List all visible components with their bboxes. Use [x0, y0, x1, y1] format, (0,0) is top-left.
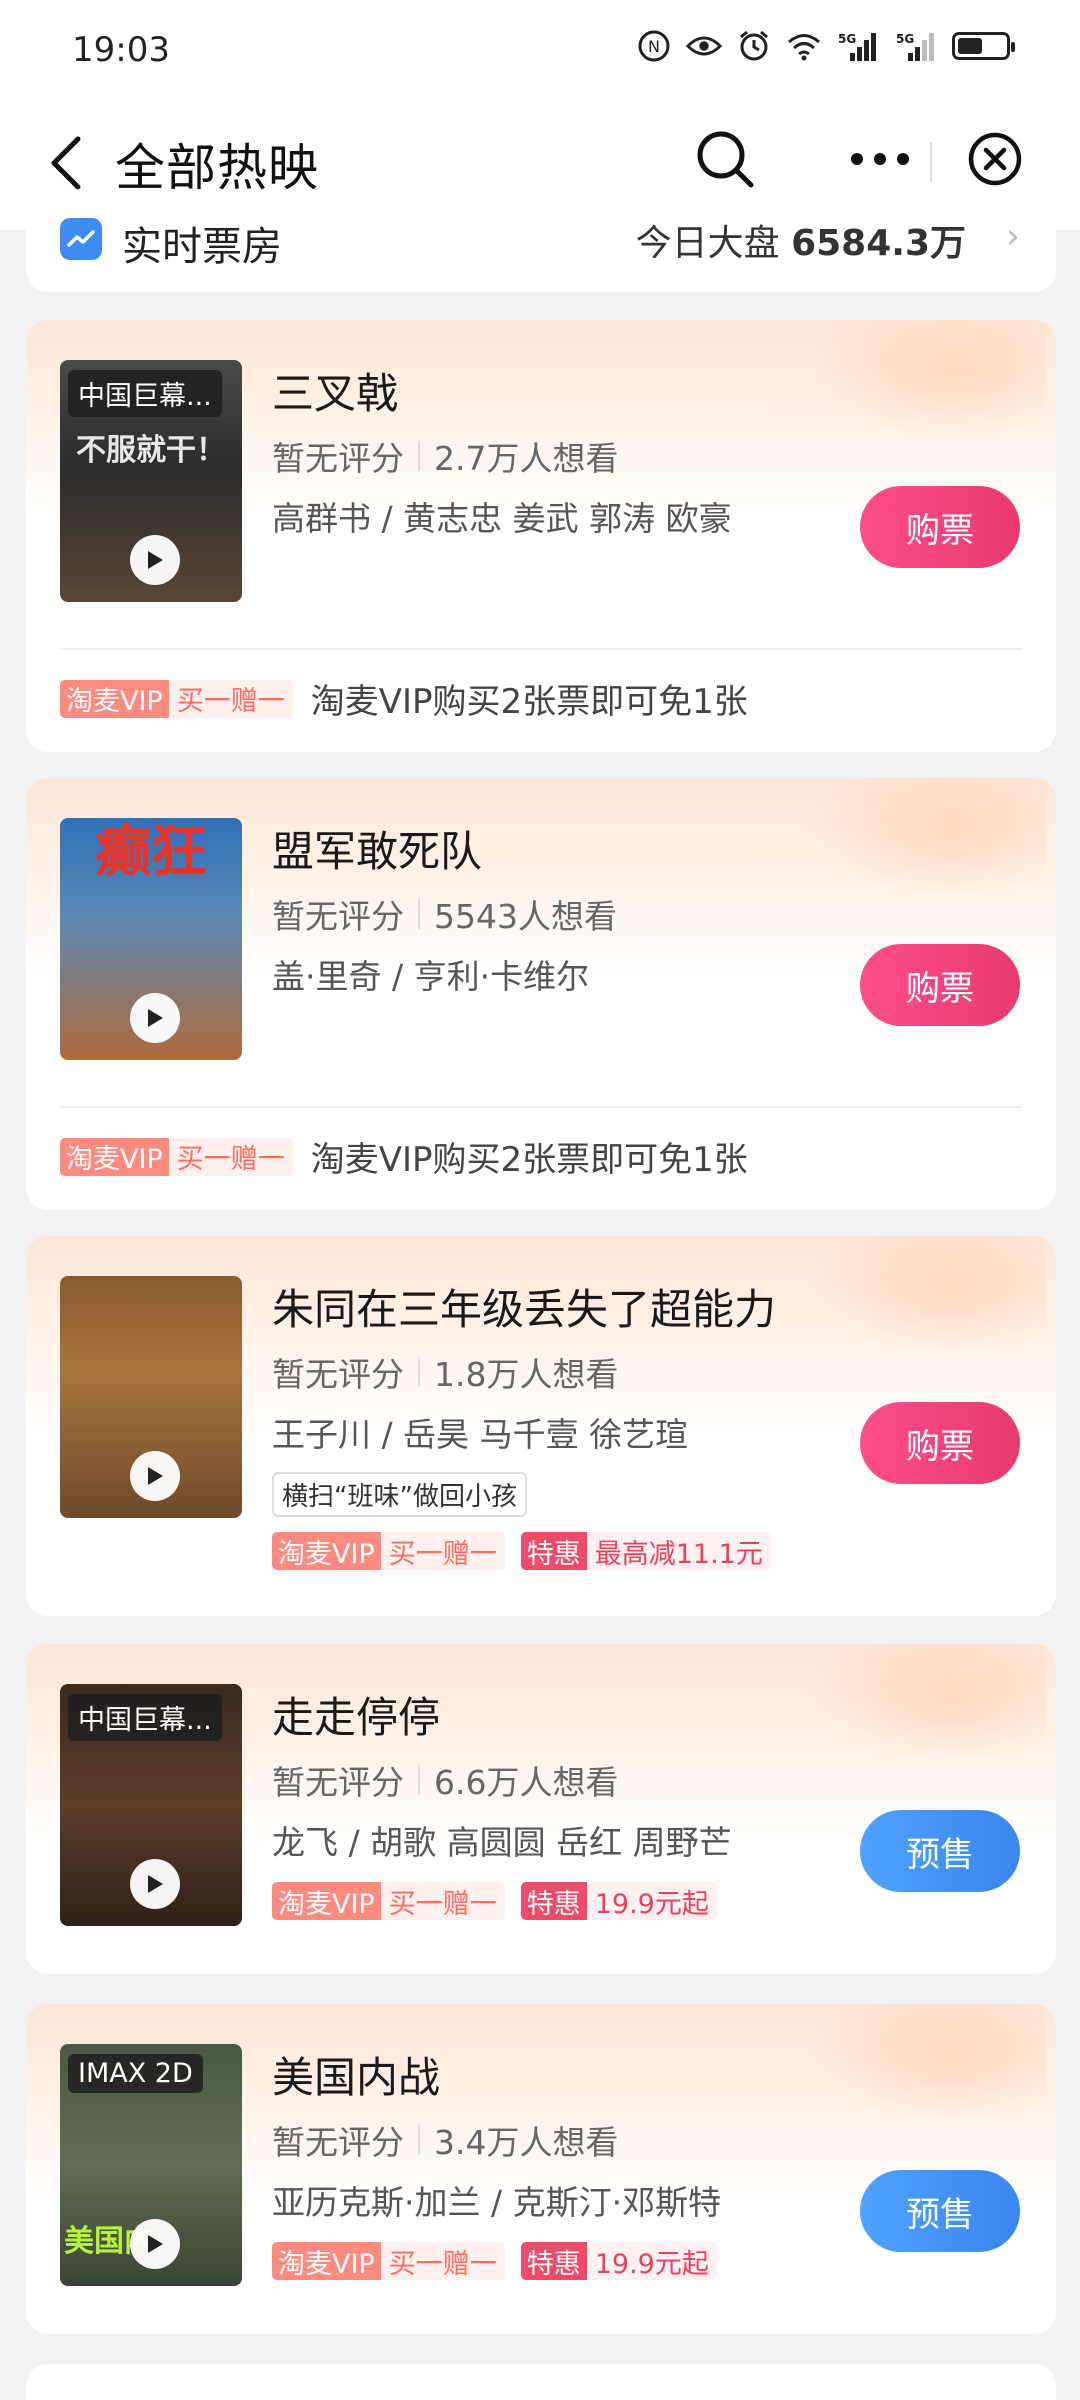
total-prefix: 今日大盘	[635, 223, 780, 264]
promo-row[interactable]: 淘麦VIP 买一赠一 特惠 19.9元起	[272, 1882, 717, 1920]
movie-rating: 暂无评分 1.8万人想看	[272, 1348, 618, 1396]
promo-row[interactable]: 淘麦VIP 买一赠一 淘麦VIP购买2张票即可免1张	[60, 1132, 748, 1181]
want-count: 3.4万人想看	[434, 2123, 619, 2162]
deal-tag: 特惠 最高减11.1元	[520, 1532, 771, 1570]
movie-title[interactable]: 美国内战	[272, 2044, 440, 2105]
deal-tag: 特惠 19.9元起	[520, 2242, 717, 2280]
deal-tag: 特惠 19.9元起	[520, 1882, 717, 1920]
status-bar: 19:03 N 5G 5G	[0, 0, 1080, 100]
battery-icon	[952, 32, 1015, 60]
format-badge: 中国巨幕...	[68, 1694, 222, 1741]
movie-card[interactable]: 中国巨幕... 走走停停 暂无评分 6.6万人想看 龙飞 / 胡歌 高圆圆 岳红 …	[26, 1644, 1056, 1974]
presale-button[interactable]: 预售	[860, 2170, 1020, 2252]
movie-poster[interactable]: 中国巨幕...	[60, 1684, 242, 1926]
box-office-total: 今日大盘 6584.3万	[636, 214, 966, 266]
signal-icon: 5G	[894, 28, 938, 64]
movie-poster[interactable]: 不服就干！ 中国巨幕...	[60, 360, 242, 602]
play-icon[interactable]	[130, 993, 180, 1043]
chevron-right-icon: ›	[1005, 216, 1020, 257]
promo-text: 淘麦VIP购买2张票即可免1张	[310, 682, 748, 722]
buy-ticket-button[interactable]: 购票	[860, 944, 1020, 1026]
svg-text:N: N	[648, 37, 660, 56]
chart-icon	[60, 218, 102, 260]
total-value: 6584.3万	[791, 223, 966, 264]
movie-title[interactable]: 走走停停	[272, 1684, 440, 1745]
movie-title[interactable]: 朱同在三年级丢失了超能力	[272, 1276, 776, 1337]
page-title: 全部热映	[115, 139, 319, 197]
movie-cast: 王子川 / 岳昊 马千壹 徐艺瑄	[272, 1415, 689, 1454]
close-button[interactable]	[960, 124, 1030, 194]
nav-divider	[930, 142, 932, 182]
alarm-icon	[736, 28, 772, 64]
score-text: 暂无评分	[272, 2123, 404, 2162]
poster-text: 不服就干！	[76, 433, 226, 468]
back-button[interactable]	[36, 128, 96, 198]
vip-tag: 淘麦VIP 买一赠一	[272, 1882, 505, 1920]
movie-rating: 暂无评分 6.6万人想看	[272, 1756, 618, 1804]
want-count: 5543人想看	[434, 897, 617, 936]
score-text: 暂无评分	[272, 897, 404, 936]
search-icon	[697, 131, 754, 188]
close-icon	[968, 132, 1022, 186]
movie-cast: 亚历克斯·加兰 / 克斯汀·邓斯特	[272, 2183, 722, 2222]
movie-poster[interactable]: IMAX 2D 美国内	[60, 2044, 242, 2286]
movie-rating: 暂无评分 2.7万人想看	[272, 432, 618, 480]
movie-cast: 高群书 / 黄志忠 姜武 郭涛 欧豪	[272, 499, 732, 538]
more-icon	[851, 153, 909, 165]
movie-title[interactable]: 三叉戟	[272, 360, 398, 421]
buy-ticket-button[interactable]: 购票	[860, 486, 1020, 568]
movie-card[interactable]: IMAX 2D 美国内 美国内战 暂无评分 3.4万人想看 亚历克斯·加兰 / 克…	[26, 2004, 1056, 2334]
vip-tag: 淘麦VIP 买一赠一	[60, 1137, 293, 1176]
movie-card[interactable]: 癫狂 盟军敢死队 暂无评分 5543人想看 盖·里奇 / 亨利·卡维尔 购票 淘麦…	[26, 778, 1056, 1210]
poster-text: 癫狂	[95, 820, 207, 885]
movie-card[interactable]	[26, 2364, 1056, 2400]
want-count: 2.7万人想看	[434, 439, 619, 478]
score-text: 暂无评分	[272, 1355, 404, 1394]
search-button[interactable]	[690, 124, 760, 194]
promo-row[interactable]: 淘麦VIP 买一赠一 特惠 最高减11.1元	[272, 1532, 771, 1570]
play-icon[interactable]	[130, 1451, 180, 1501]
more-button[interactable]	[840, 124, 920, 194]
movie-poster[interactable]: 癫狂	[60, 818, 242, 1060]
status-icons: N 5G 5G	[636, 28, 1015, 64]
score-text: 暂无评分	[272, 439, 404, 478]
feature-tag: 横扫“班味”做回小孩	[272, 1472, 527, 1517]
box-office-label: 实时票房	[122, 224, 282, 270]
presale-button[interactable]: 预售	[860, 1810, 1020, 1892]
movie-poster[interactable]	[60, 1276, 242, 1518]
movie-rating: 暂无评分 3.4万人想看	[272, 2116, 618, 2164]
play-icon[interactable]	[130, 1859, 180, 1909]
nfc-icon: N	[636, 28, 672, 64]
play-icon[interactable]	[130, 2219, 180, 2269]
want-count: 1.8万人想看	[434, 1355, 619, 1394]
score-text: 暂无评分	[272, 1763, 404, 1802]
vip-tag: 淘麦VIP 买一赠一	[272, 2242, 505, 2280]
movie-cast: 盖·里奇 / 亨利·卡维尔	[272, 957, 590, 996]
want-count: 6.6万人想看	[434, 1763, 619, 1802]
buy-ticket-button[interactable]: 购票	[860, 1402, 1020, 1484]
chevron-left-icon	[51, 136, 81, 190]
wifi-icon	[786, 28, 822, 64]
movie-cast: 龙飞 / 胡歌 高圆圆 岳红 周野芒	[272, 1823, 732, 1862]
signal-icon: 5G	[836, 28, 880, 64]
promo-row[interactable]: 淘麦VIP 买一赠一 特惠 19.9元起	[272, 2242, 717, 2280]
format-badge: 中国巨幕...	[68, 370, 222, 417]
movie-card[interactable]: 不服就干！ 中国巨幕... 三叉戟 暂无评分 2.7万人想看 高群书 / 黄志忠 …	[26, 320, 1056, 752]
movie-rating: 暂无评分 5543人想看	[272, 890, 617, 938]
vip-tag: 淘麦VIP 买一赠一	[272, 1532, 505, 1570]
box-office-bar[interactable]: 实时票房 今日大盘 6584.3万 ›	[26, 200, 1056, 292]
format-badge: IMAX 2D	[68, 2054, 203, 2093]
clock: 19:03	[72, 30, 170, 70]
promo-text: 淘麦VIP购买2张票即可免1张	[310, 1140, 748, 1180]
play-icon[interactable]	[130, 535, 180, 585]
promo-row[interactable]: 淘麦VIP 买一赠一 淘麦VIP购买2张票即可免1张	[60, 674, 748, 723]
eye-icon	[686, 28, 722, 64]
movie-card[interactable]: 朱同在三年级丢失了超能力 暂无评分 1.8万人想看 王子川 / 岳昊 马千壹 徐艺…	[26, 1236, 1056, 1616]
movie-title[interactable]: 盟军敢死队	[272, 818, 482, 879]
vip-tag: 淘麦VIP 买一赠一	[60, 679, 293, 718]
